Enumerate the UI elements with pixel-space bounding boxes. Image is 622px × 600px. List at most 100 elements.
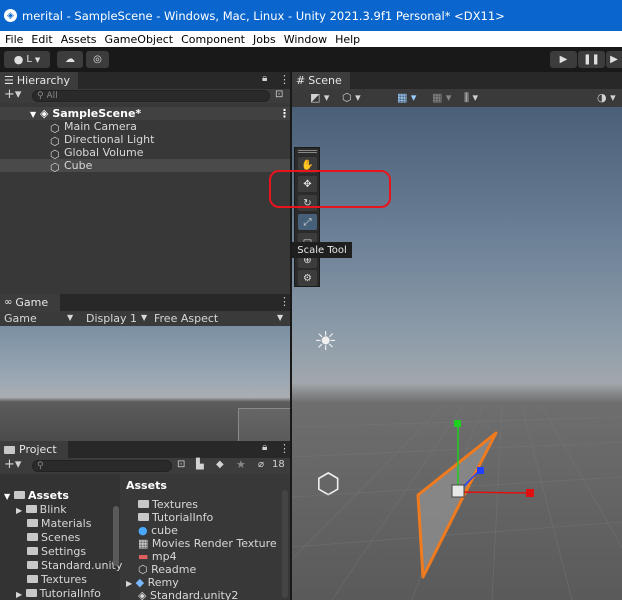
- menu-gameobject[interactable]: GameObject: [105, 33, 174, 46]
- lock-icon[interactable]: 🔒︎: [262, 442, 267, 453]
- render-texture-icon: ▦: [138, 537, 149, 550]
- readme-icon: ⬡: [138, 563, 148, 576]
- menu-edit[interactable]: Edit: [31, 33, 52, 46]
- search-by-type-icon[interactable]: ⊡: [177, 459, 185, 470]
- scene-visibility-icon[interactable]: ⊡: [275, 89, 283, 100]
- search-by-label-icon[interactable]: ▙: [196, 459, 204, 470]
- add-button[interactable]: +▾: [4, 87, 21, 102]
- step-button[interactable]: ▶: [606, 51, 622, 68]
- gamepad-icon: ∞: [4, 297, 13, 308]
- tree-item-blink[interactable]: ▶ Blink: [16, 503, 67, 516]
- asset-item-label: Readme: [151, 563, 197, 576]
- gizmo-center-handle[interactable]: [451, 484, 465, 498]
- aspect-dropdown[interactable]: Free Aspect: [154, 312, 218, 325]
- asset-item-remy[interactable]: ▶ ◆ Remy: [126, 576, 179, 589]
- asset-item-label: TutorialInfo: [152, 511, 214, 524]
- tree-item-tutorialinfo[interactable]: ▶ TutorialInfo: [16, 587, 101, 600]
- tree-item-assets[interactable]: ▼ Assets: [4, 489, 69, 502]
- menu-component[interactable]: Component: [181, 33, 245, 46]
- lock-icon[interactable]: 🔒︎: [262, 73, 267, 84]
- scale-tool-highlight: [269, 170, 391, 208]
- unity-scene-icon: ◈: [138, 589, 147, 600]
- asset-item-tutorialinfo[interactable]: TutorialInfo: [138, 511, 213, 524]
- game-mode-label: Game: [4, 312, 37, 325]
- asset-item-movies-render-texture[interactable]: ▦ Movies Render Texture: [138, 537, 277, 550]
- tab-scene[interactable]: # Scene: [292, 72, 350, 89]
- gizmo-x-axis[interactable]: [457, 491, 531, 494]
- gizmo-y-handle[interactable]: [454, 420, 461, 427]
- tag-icon[interactable]: ◆: [216, 459, 224, 470]
- tree-item-settings[interactable]: Settings: [27, 545, 86, 558]
- asset-item-textures[interactable]: Textures: [138, 498, 198, 511]
- game-viewport[interactable]: [0, 326, 290, 441]
- game-mode-dropdown[interactable]: Game: [4, 312, 37, 325]
- hierarchy-item-directional-light[interactable]: ⬡ Directional Light: [0, 133, 290, 148]
- menu-file[interactable]: File: [5, 33, 23, 46]
- asset-item-label: Remy: [147, 576, 179, 589]
- asset-item-cube[interactable]: ● cube: [138, 524, 178, 537]
- pause-button[interactable]: ❚❚: [578, 51, 605, 68]
- tree-item-standard-unity[interactable]: Standard.unity: [27, 559, 122, 572]
- aspect-label: Free Aspect: [154, 312, 219, 325]
- collab-button[interactable]: ◎: [86, 51, 109, 68]
- assets-scrollbar[interactable]: [282, 490, 288, 598]
- tree-item-textures[interactable]: Textures: [27, 573, 87, 586]
- hierarchy-scene-row[interactable]: ▼ ◈ SampleScene* ⋮: [0, 107, 290, 120]
- more-options-icon[interactable]: ⋮: [279, 442, 290, 455]
- tree-item-scenes[interactable]: Scenes: [27, 531, 80, 544]
- scene-more-icon[interactable]: ⋮: [279, 107, 290, 120]
- align-button[interactable]: ⫼ ▾: [464, 91, 478, 105]
- display-dropdown[interactable]: Display 1: [86, 312, 137, 325]
- menu-window[interactable]: Window: [284, 33, 327, 46]
- tree-item-materials[interactable]: Materials: [27, 517, 91, 530]
- folder-icon: [4, 445, 15, 454]
- menu-help[interactable]: Help: [335, 33, 360, 46]
- tree-item-label: Standard.unity: [41, 559, 123, 572]
- hierarchy-item-global-volume[interactable]: ⬡ Global Volume: [0, 146, 290, 161]
- folder-icon: [27, 519, 38, 527]
- search-icon: ⚲: [37, 91, 44, 101]
- asset-item-mp4[interactable]: ▬ mp4: [138, 550, 177, 563]
- folder-icon: [25, 589, 37, 597]
- hierarchy-item-main-camera[interactable]: ⬡ Main Camera: [0, 120, 290, 135]
- folder-icon: [14, 491, 25, 499]
- tree-scrollbar[interactable]: [113, 506, 119, 566]
- folder-icon: [27, 561, 38, 569]
- account-dropdown[interactable]: ● L ▼: [4, 51, 50, 68]
- increment-snap-button[interactable]: ▦ ▾: [432, 91, 451, 104]
- gizmo-mode-dropdown[interactable]: ⬡ ▾: [342, 91, 361, 104]
- shading-mode-dropdown[interactable]: ◑ ▾: [597, 91, 616, 104]
- add-button[interactable]: +▾: [4, 457, 21, 472]
- pause-icon: ❚❚: [583, 54, 600, 65]
- tab-hierarchy-label: Hierarchy: [16, 74, 71, 87]
- hierarchy-search-input[interactable]: ⚲ All: [32, 90, 270, 102]
- hidden-packages-icon[interactable]: ⌀: [258, 459, 264, 470]
- gizmo-x-handle[interactable]: [526, 489, 534, 497]
- more-options-icon[interactable]: ⋮: [279, 295, 290, 308]
- scene-toolbar: ◩ ▾ ⬡ ▾ ▦ ▾ ▦ ▾ ⫼ ▾ ◑ ▾: [292, 89, 622, 107]
- cloud-button[interactable]: ☁: [57, 51, 83, 68]
- menu-assets[interactable]: Assets: [61, 33, 97, 46]
- grid-snap-button[interactable]: ▦ ▾: [397, 91, 416, 104]
- expand-arrow-icon: ▶: [16, 590, 23, 599]
- draw-mode-dropdown[interactable]: ◩ ▾: [310, 91, 329, 104]
- asset-item-standard-unity2[interactable]: ◈ Standard.unity2: [138, 589, 238, 600]
- more-options-icon[interactable]: ⋮: [279, 73, 290, 86]
- tab-project[interactable]: Project: [0, 441, 68, 458]
- asset-item-label: cube: [151, 524, 178, 537]
- window-title-bar: ◈ merital - SampleScene - Windows, Mac, …: [0, 0, 622, 31]
- project-search-input[interactable]: ⚲: [32, 460, 172, 472]
- account-label: L: [26, 54, 32, 65]
- asset-item-readme[interactable]: ⬡ Readme: [138, 563, 196, 576]
- step-icon: ▶: [610, 54, 618, 65]
- play-button[interactable]: ▶: [550, 51, 577, 68]
- tab-game[interactable]: ∞ Game: [0, 294, 60, 311]
- asset-item-label: Movies Render Texture: [151, 537, 277, 550]
- hierarchy-item-cube[interactable]: ⬡ Cube: [0, 159, 290, 174]
- gameobject-icon: ⬡: [50, 148, 60, 161]
- star-icon[interactable]: ★: [236, 458, 246, 471]
- menu-jobs[interactable]: Jobs: [253, 33, 276, 46]
- tab-scene-label: Scene: [308, 74, 342, 87]
- gizmo-z-handle[interactable]: [477, 467, 484, 474]
- gameobject-icon: ⬡: [50, 135, 60, 148]
